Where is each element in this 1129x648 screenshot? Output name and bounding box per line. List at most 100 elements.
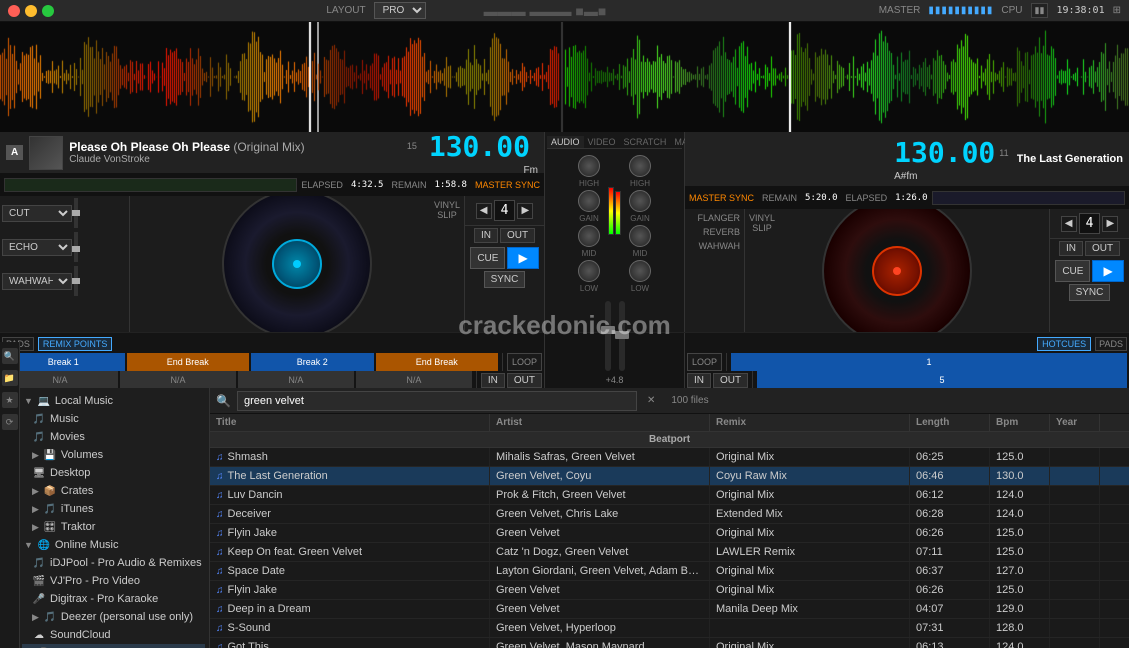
sidebar-item-traktor[interactable]: ▶ 🎛 Traktor [22, 518, 205, 536]
hotcue-row-top: Break 1 End Break Break 2 End Break LOOP [2, 353, 542, 371]
right-global-in-btn[interactable]: IN [687, 373, 711, 388]
th-length[interactable]: Length [910, 414, 990, 431]
table-row[interactable]: ♫ Flyin Jake Green Velvet Original Mix 0… [210, 524, 1129, 543]
left-turntable[interactable]: VINYLSLIP [130, 196, 464, 332]
track-length-cell: 07:31 [910, 619, 990, 637]
table-row[interactable]: ♫ Flyin Jake Green Velvet Original Mix 0… [210, 581, 1129, 600]
th-artist[interactable]: Artist [490, 414, 710, 431]
sidebar-item-soundcloud[interactable]: ☁ SoundCloud [22, 626, 205, 644]
sidebar-icon-files[interactable]: 📁 [2, 370, 18, 386]
left-cue-btn[interactable]: CUE [470, 247, 505, 269]
right-cue-btn[interactable]: CUE [1055, 260, 1090, 282]
th-remix[interactable]: Remix [710, 414, 910, 431]
search-clear[interactable]: ✕ [647, 395, 655, 406]
hotcue-endbreak2[interactable]: End Break [376, 353, 499, 371]
ch-fader-right[interactable] [619, 301, 625, 371]
th-bpm[interactable]: Bpm [990, 414, 1050, 431]
sidebar-item-volumes[interactable]: ▶ 💾 Volumes [22, 446, 205, 464]
sidebar-item-vjpro[interactable]: 🎬 VJ'Pro - Pro Video [22, 572, 205, 590]
right-hotcue-1[interactable]: 1 [731, 353, 1127, 371]
loop-in-btn[interactable]: IN [474, 228, 498, 243]
right-loop-toggle[interactable]: LOOP [687, 353, 722, 371]
table-row[interactable]: ♫ The Last Generation Green Velvet, Coyu… [210, 467, 1129, 486]
table-row[interactable]: ♫ Keep On feat. Green Velvet Catz 'n Dog… [210, 543, 1129, 562]
sidebar-icon-star[interactable]: ★ [2, 392, 18, 408]
th-year[interactable]: Year [1050, 414, 1100, 431]
loop-next-btn[interactable]: ▶ [517, 203, 533, 219]
gain-label-left: GAIN [579, 214, 599, 223]
section-header-beatport: Beatport [210, 432, 1129, 448]
fx-select-2[interactable]: ECHO [2, 239, 72, 256]
sidebar-item-music[interactable]: 🎵 Music [22, 410, 205, 428]
close-button[interactable] [8, 5, 20, 17]
minimize-button[interactable] [25, 5, 37, 17]
sidebar-item-itunes[interactable]: ▶ 🎵 iTunes [22, 500, 205, 518]
loop-out-btn[interactable]: OUT [500, 228, 535, 243]
left-play-btn[interactable]: ▶ [507, 247, 538, 269]
global-in-btn[interactable]: IN [481, 373, 505, 388]
loop-prev-btn[interactable]: ◀ [476, 203, 492, 219]
sidebar-icon-history[interactable]: ⟳ [2, 414, 18, 430]
table-row[interactable]: ♫ Shmash Mihalis Safras, Green Velvet Or… [210, 448, 1129, 467]
hotcue-na-4[interactable]: N/A [356, 371, 472, 389]
sidebar-icon-search[interactable]: 🔍 [2, 348, 18, 364]
low-knob-left[interactable] [578, 260, 600, 282]
right-sync-btn[interactable]: SYNC [1069, 284, 1111, 301]
soundcloud-icon: ☁ [32, 628, 46, 642]
fx-select-3[interactable]: WAHWAH [2, 273, 72, 290]
global-out-btn[interactable]: OUT [507, 373, 542, 388]
sidebar-item-beatport[interactable]: ▼ 🎧 Beatport [22, 644, 205, 648]
right-global-out-btn[interactable]: OUT [713, 373, 748, 388]
hotcue-break1[interactable]: Break 1 [2, 353, 125, 371]
sidebar-item-desktop[interactable]: 🖥 Desktop [22, 464, 205, 482]
table-row[interactable]: ♫ Luv Dancin Prok & Fitch, Green Velvet … [210, 486, 1129, 505]
th-title[interactable]: Title [210, 414, 490, 431]
high-knob-left[interactable] [578, 155, 600, 177]
mid-knob-left[interactable] [578, 225, 600, 247]
right-hotcue-5[interactable]: 5 [757, 371, 1127, 389]
gain-knob-right[interactable] [629, 190, 651, 212]
sidebar-item-deezer[interactable]: ▶ 🎵 Deezer (personal use only) [22, 608, 205, 626]
sidebar-item-crates[interactable]: ▶ 📦 Crates [22, 482, 205, 500]
fx-slider-3[interactable] [74, 266, 78, 296]
left-sync-btn[interactable]: SYNC [484, 271, 526, 288]
table-row[interactable]: ♫ Got This Green Velvet, Mason Maynard O… [210, 638, 1129, 648]
fx-slider-1[interactable] [74, 198, 78, 228]
hotcues-mode-btn[interactable]: HOTCUES [1037, 337, 1091, 351]
search-input[interactable] [237, 391, 637, 411]
hotcue-break2[interactable]: Break 2 [251, 353, 374, 371]
high-knob-right[interactable] [629, 155, 651, 177]
ch-fader-left[interactable] [605, 301, 611, 371]
sidebar-item-online-music[interactable]: ▼ 🌐 Online Music [22, 536, 205, 554]
hotcue-endbreak1[interactable]: End Break [127, 353, 250, 371]
layout-select[interactable]: PRO [374, 2, 426, 19]
loop-toggle[interactable]: LOOP [507, 353, 542, 371]
right-play-btn[interactable]: ▶ [1092, 260, 1123, 282]
right-loop-in-btn[interactable]: IN [1059, 241, 1083, 256]
low-knob-right[interactable] [629, 260, 651, 282]
right-loop-out-btn[interactable]: OUT [1085, 241, 1120, 256]
mid-knob-right[interactable] [629, 225, 651, 247]
right-loop-prev-btn[interactable]: ◀ [1061, 216, 1077, 232]
table-row[interactable]: ♫ Space Date Layton Giordani, Green Velv… [210, 562, 1129, 581]
right-turntable[interactable]: VINYLSLIP [745, 209, 1049, 332]
maximize-button[interactable] [42, 5, 54, 17]
fx-slider-2[interactable] [74, 232, 78, 262]
table-row[interactable]: ♫ Deep in a Dream Green Velvet Manila De… [210, 600, 1129, 619]
remix-points-btn[interactable]: REMIX POINTS [38, 337, 113, 351]
tab-audio[interactable]: AUDIO [547, 136, 584, 148]
sidebar-item-movies[interactable]: 🎵 Movies [22, 428, 205, 446]
hotcue-na-3[interactable]: N/A [238, 371, 354, 389]
tab-video[interactable]: VIDEO [584, 136, 620, 148]
right-loop-next-btn[interactable]: ▶ [1102, 216, 1118, 232]
sidebar-item-local-music[interactable]: ▼ 💻 Local Music [22, 392, 205, 410]
sidebar-item-idjpool[interactable]: 🎵 iDJPool - Pro Audio & Remixes [22, 554, 205, 572]
sidebar-item-digitrax[interactable]: 🎤 Digitrax - Pro Karaoke [22, 590, 205, 608]
table-row[interactable]: ♫ Deceiver Green Velvet, Chris Lake Exte… [210, 505, 1129, 524]
tab-scratch[interactable]: SCRATCH [620, 136, 671, 148]
fx-select-1[interactable]: CUT [2, 205, 72, 222]
table-row[interactable]: ♫ S-Sound Green Velvet, Hyperloop 07:31 … [210, 619, 1129, 638]
pads-label-right[interactable]: PADS [1095, 337, 1127, 351]
gain-knob-left[interactable] [578, 190, 600, 212]
hotcue-na-2[interactable]: N/A [120, 371, 236, 389]
